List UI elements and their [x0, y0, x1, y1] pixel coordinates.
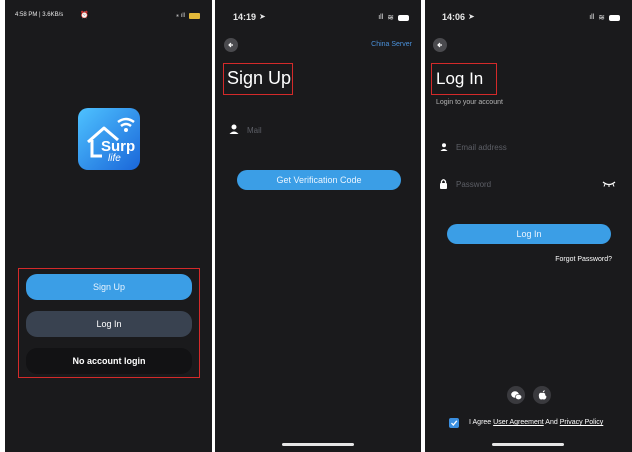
page-subtitle: Login to your account: [436, 99, 503, 106]
agree-checkbox[interactable]: [449, 418, 459, 428]
login-button[interactable]: Log In: [26, 311, 192, 337]
lock-icon: [440, 179, 447, 189]
china-server-link[interactable]: China Server: [371, 41, 412, 48]
home-indicator: [282, 443, 354, 446]
password-input[interactable]: Password: [456, 180, 491, 189]
login-button[interactable]: Log In: [447, 224, 611, 244]
back-button[interactable]: [433, 38, 447, 52]
signal-icon: ⁎ ıll: [176, 13, 185, 19]
user-icon: [229, 124, 239, 134]
apple-login-button[interactable]: [533, 386, 551, 404]
email-input[interactable]: Email address: [456, 143, 507, 152]
get-verification-code-button[interactable]: Get Verification Code: [237, 170, 401, 190]
battery-icon: [189, 12, 200, 19]
wechat-icon: [510, 390, 522, 400]
wifi-icon: ≋: [387, 13, 394, 22]
status-time: 14:19: [233, 12, 257, 22]
agreement-text: I Agree User Agreement And Privacy Polic…: [469, 419, 603, 426]
no-account-login-button[interactable]: No account login: [26, 348, 192, 374]
home-indicator: [492, 443, 564, 446]
app-logo: Surp life: [78, 108, 140, 170]
eye-closed-icon[interactable]: [602, 181, 616, 187]
forgot-password-link[interactable]: Forgot Password?: [555, 256, 612, 263]
back-button[interactable]: [224, 38, 238, 52]
signal-icon: ıll: [378, 14, 384, 21]
status-icons: ⁎ ıll: [176, 12, 200, 19]
back-icon: [437, 42, 442, 48]
status-icons: ıll ≋: [589, 13, 620, 22]
status-bar: 4:58 PM | 3.6KB/s ⏰ ⁎ ıll: [5, 0, 212, 30]
agree-prefix: I Agree: [469, 419, 492, 426]
signup-button[interactable]: Sign Up: [26, 274, 192, 300]
status-text: 4:58 PM | 3.6KB/s: [15, 12, 64, 18]
user-icon: [440, 143, 448, 151]
location-arrow-icon: ➤: [259, 12, 266, 21]
and-text: And: [545, 419, 558, 426]
mail-input[interactable]: Mail: [247, 126, 262, 135]
privacy-policy-link[interactable]: Privacy Policy: [560, 419, 604, 426]
signal-icon: ıll: [589, 14, 595, 21]
status-bar: 14:06 ➤ ıll ≋: [425, 0, 632, 30]
page-title: Sign Up: [227, 68, 292, 88]
alarm-icon: ⏰: [80, 12, 89, 19]
back-icon: [228, 42, 233, 48]
wifi-icon: ≋: [598, 13, 605, 22]
logo-text-line2: life: [108, 153, 121, 164]
apple-icon: [538, 390, 546, 400]
checkbox-icon: [451, 420, 458, 426]
battery-icon: [398, 14, 409, 21]
status-bar: 14:19 ➤ ıll ≋: [215, 0, 421, 30]
location-arrow-icon: ➤: [468, 12, 475, 21]
wechat-login-button[interactable]: [507, 386, 525, 404]
signup-screen: 14:19 ➤ ıll ≋ China Server Sign Up Mail …: [215, 0, 421, 452]
login-screen: 14:06 ➤ ıll ≋ Log In Login to your accou…: [425, 0, 632, 452]
welcome-screen: 4:58 PM | 3.6KB/s ⏰ ⁎ ıll Surp life Sign…: [5, 0, 212, 452]
battery-icon: [609, 14, 620, 21]
user-agreement-link[interactable]: User Agreement: [493, 419, 544, 426]
status-time: 14:06: [442, 12, 466, 22]
page-title: Log In: [436, 69, 484, 88]
status-icons: ıll ≋: [378, 13, 409, 22]
